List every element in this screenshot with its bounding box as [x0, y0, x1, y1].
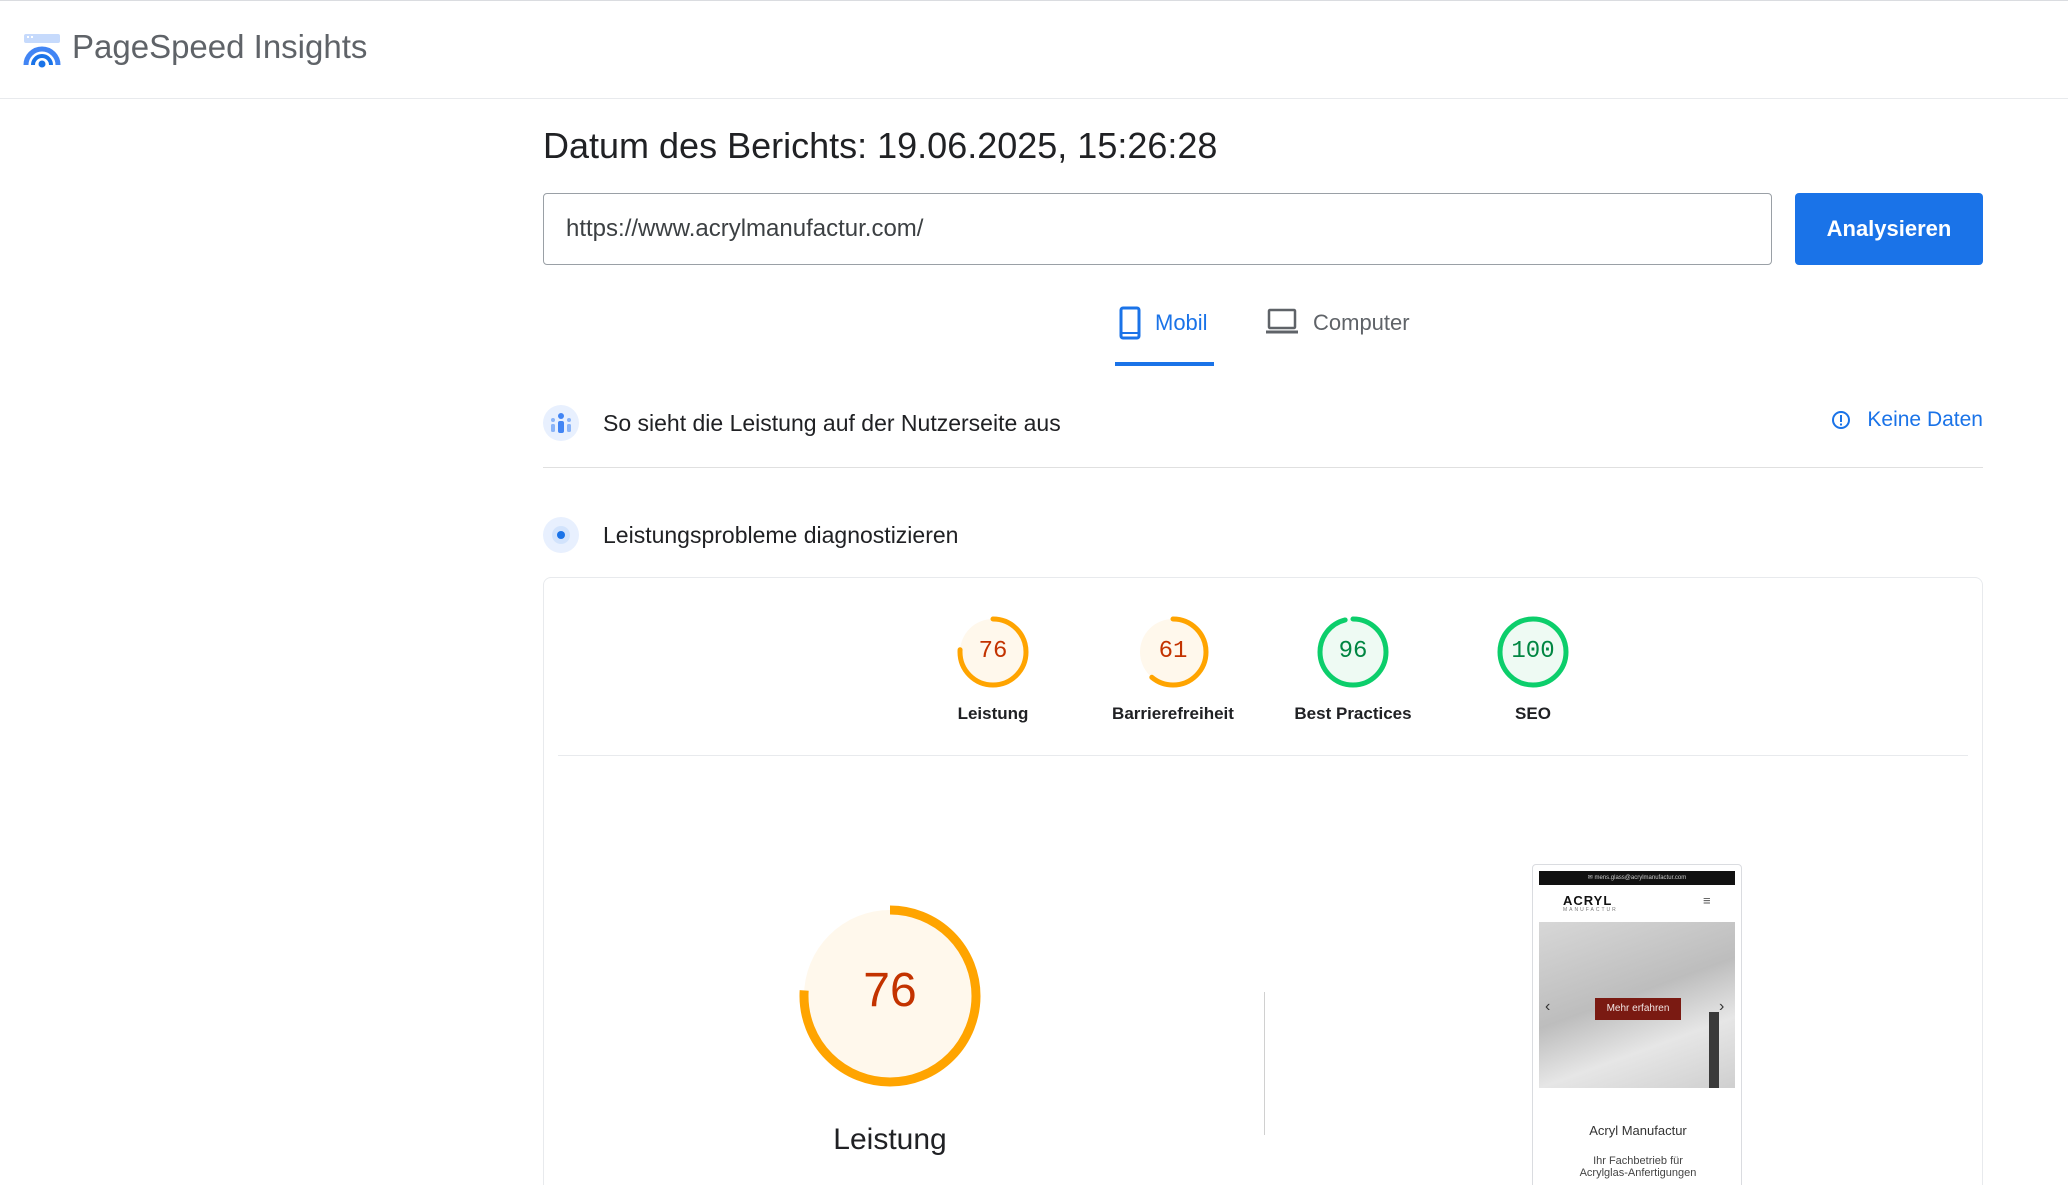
diagnose-section: Leistungsprobleme diagnostizieren [543, 512, 1983, 558]
score-label-best-practices: Best Practices [1294, 704, 1412, 723]
tab-mobile[interactable]: Mobil [1115, 306, 1214, 366]
section-divider [543, 467, 1983, 468]
score-label-accessibility: Barrierefreiheit [1112, 704, 1234, 723]
lighthouse-icon [543, 517, 579, 553]
scores-card: 76 Leistung 61 Barrierefreiheit 96 Best … [543, 577, 1983, 1185]
tab-desktop-label: Computer [1313, 310, 1410, 335]
chevron-right-icon: › [1719, 998, 1725, 1015]
tab-desktop[interactable]: Computer [1265, 306, 1425, 366]
screenshot-hero-shape [1709, 1012, 1719, 1088]
screenshot-subtitle-line2: Acrylglas-Anfertigungen [1579, 1167, 1697, 1179]
analyze-button[interactable]: Analysieren [1795, 193, 1983, 265]
screenshot-subtitle: Ihr Fachbetrieb für Acrylglas-Anfertigun… [1533, 1155, 1741, 1179]
screenshot-topbar: ✉ mens.glass@acrylmanufactur.com [1539, 871, 1735, 885]
page-screenshot: ✉ mens.glass@acrylmanufactur.com ACRYL M… [1532, 864, 1742, 1185]
performance-score-value: 76 [863, 964, 917, 1017]
field-data-section: So sieht die Leistung auf der Nutzerseit… [543, 400, 1983, 446]
score-gauge-seo[interactable]: 100 SEO [1458, 614, 1608, 724]
score-gauge-performance[interactable]: 76 Leistung [918, 614, 1068, 724]
no-data-label: Keine Daten [1867, 408, 1983, 431]
app-title[interactable]: PageSpeed Insights [72, 28, 367, 66]
screenshot-title: Acryl Manufactur [1589, 1123, 1687, 1138]
performance-score-label: Leistung [833, 1123, 947, 1156]
field-data-title: So sieht die Leistung auf der Nutzerseit… [603, 409, 1061, 436]
screenshot-subtitle-line1: Ihr Fachbetrieb für [1593, 1155, 1683, 1167]
card-divider [558, 755, 1968, 756]
hamburger-icon: ≡ [1703, 893, 1711, 908]
info-icon [1832, 411, 1851, 429]
screenshot-cta: Mehr erfahren [1595, 998, 1681, 1020]
score-label-seo: SEO [1515, 704, 1551, 723]
no-data-link[interactable]: Keine Daten [1831, 408, 1983, 432]
score-value-seo: 100 [1511, 638, 1555, 665]
vertical-divider [1264, 992, 1265, 1135]
screenshot-brand: ACRYL [1563, 893, 1613, 908]
score-label-performance: Leistung [957, 704, 1029, 723]
chevron-left-icon: ‹ [1545, 998, 1551, 1015]
screenshot-hero: ‹ Mehr erfahren › [1539, 922, 1735, 1088]
diagnose-title: Leistungsprobleme diagnostizieren [603, 521, 959, 548]
report-date: Datum des Berichts: 19.06.2025, 15:26:28 [543, 125, 1217, 167]
screenshot-brand-sub: MANUFACTUR [1563, 907, 1618, 913]
pagespeed-logo-icon[interactable] [22, 31, 62, 71]
score-gauge-best-practices[interactable]: 96 Best Practices [1278, 614, 1428, 724]
users-icon [543, 405, 579, 441]
top-app-bar: PageSpeed Insights [0, 0, 2068, 99]
score-value-performance: 76 [978, 638, 1008, 665]
url-input[interactable] [543, 193, 1772, 265]
report-date-label: Datum des Berichts: [543, 125, 868, 166]
score-value-best-practices: 96 [1338, 638, 1368, 665]
score-gauge-accessibility[interactable]: 61 Barrierefreiheit [1098, 614, 1248, 724]
laptop-icon [1266, 308, 1298, 334]
report-date-value: 19.06.2025, 15:26:28 [877, 125, 1218, 166]
smartphone-icon [1119, 306, 1141, 340]
tab-mobile-label: Mobil [1155, 310, 1208, 335]
score-value-accessibility: 61 [1158, 638, 1188, 665]
